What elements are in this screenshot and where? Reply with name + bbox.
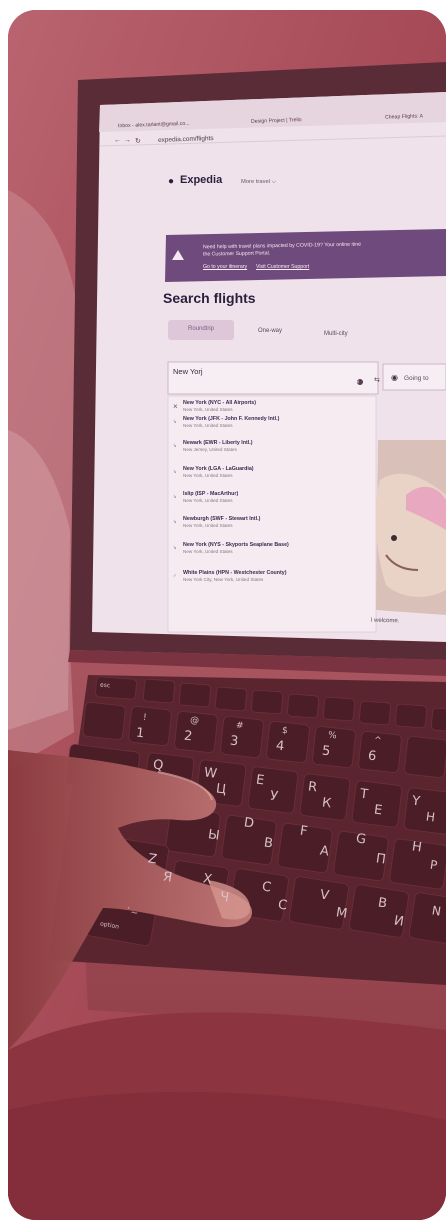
- suggestion-subtitle: New York, United States: [183, 549, 233, 554]
- key-2-symbol: @: [189, 715, 200, 727]
- suggestion-title: Newark (EWR - Liberty Intl.): [183, 440, 253, 446]
- key-h[interactable]: H: [411, 839, 423, 855]
- suggestion-title: White Plains (HPN - Westchester County): [183, 570, 287, 576]
- check-icon: ✓: [173, 573, 177, 578]
- welcome-text: l welcome.: [370, 617, 400, 625]
- suggestion-subtitle: New York, United States: [183, 407, 233, 412]
- tab-roundtrip[interactable]: Roundtrip: [188, 326, 214, 332]
- sub-airport-icon: ↳: [173, 519, 177, 524]
- forward-arrow-icon[interactable]: →: [124, 137, 131, 144]
- key-esc[interactable]: esc: [100, 682, 111, 690]
- key-v-cyr: М: [334, 905, 349, 922]
- covid-banner-line2: the Customer Support Portal.: [202, 250, 271, 258]
- key-3[interactable]: 3: [229, 734, 239, 750]
- back-arrow-icon[interactable]: ←: [114, 137, 121, 144]
- close-dropdown-icon[interactable]: ×: [173, 402, 178, 411]
- going-to-input[interactable]: Going to: [404, 375, 429, 382]
- expedia-logo-icon: ●: [168, 176, 175, 187]
- key-d[interactable]: D: [243, 815, 255, 831]
- key-6-symbol: ^: [373, 735, 383, 747]
- key-2[interactable]: 2: [183, 729, 193, 745]
- key-3-symbol: #: [235, 720, 245, 732]
- leaving-from-input[interactable]: New Yorj: [173, 367, 203, 376]
- suggestion-title: Islip (ISP - MacArthur): [183, 491, 239, 497]
- tab-multi-city[interactable]: Multi-city: [324, 331, 348, 337]
- key-e-cyr: У: [269, 788, 279, 805]
- clear-input-icon[interactable]: ×: [356, 380, 360, 386]
- key-6[interactable]: 6: [367, 749, 377, 765]
- suggestion-title: Newburgh (SWF - Stewart Intl.): [183, 516, 261, 522]
- key-1[interactable]: 1: [135, 726, 145, 742]
- key-r[interactable]: R: [307, 780, 318, 796]
- location-pin-icon: ◉: [391, 373, 398, 382]
- key-g-cyr: П: [375, 851, 387, 868]
- suggestion-subtitle: New York City, New York, United States: [183, 577, 264, 582]
- go-to-itinerary-link[interactable]: Go to your itinerary: [203, 264, 247, 270]
- sub-airport-icon: ↳: [173, 469, 177, 474]
- key-g[interactable]: G: [355, 831, 367, 847]
- visit-support-link[interactable]: Visit Customer Support: [256, 264, 309, 270]
- suggestion-title: New York (NYC - All Airports): [183, 400, 256, 406]
- key-r-cyr: К: [321, 795, 333, 812]
- photo-card: Inbox - alex.tarlant@gmail.co... Design …: [8, 10, 446, 1220]
- suggestion-subtitle: New York, United States: [183, 423, 233, 428]
- key-y-cyr: Н: [425, 809, 436, 825]
- tab-one-way[interactable]: One-way: [258, 328, 282, 334]
- key-w-cyr: Ц: [215, 781, 227, 798]
- sub-airport-icon: ↳: [173, 545, 177, 550]
- key-w[interactable]: W: [203, 765, 218, 781]
- suggestion-title: New York (LGA - LaGuardia): [183, 466, 254, 472]
- page-title: Search flights: [163, 290, 256, 306]
- sub-airport-icon: ↳: [173, 419, 177, 424]
- reload-icon[interactable]: ↻: [135, 137, 141, 145]
- key-5[interactable]: 5: [321, 744, 331, 760]
- key-tilde[interactable]: `~: [125, 907, 139, 919]
- key-5-symbol: %: [327, 730, 338, 742]
- suggestion-subtitle: New Jersey, United States: [183, 447, 237, 452]
- laptop-photo: [8, 10, 446, 1220]
- suggestion-subtitle: New York, United States: [183, 523, 233, 528]
- key-4-symbol: $: [281, 725, 289, 737]
- suggestion-subtitle: New York, United States: [183, 498, 233, 503]
- key-s-cyr: Ы: [207, 827, 221, 844]
- sub-airport-icon: ↳: [173, 494, 177, 499]
- key-q[interactable]: Q: [152, 757, 164, 773]
- suggestion-title: New York (JFK - John F. Kennedy Intl.): [183, 416, 280, 422]
- swap-icon[interactable]: ⇆: [374, 376, 380, 384]
- suggestion-title: New York (NYS - Skyports Seaplane Base): [183, 542, 289, 548]
- more-travel-menu[interactable]: More travel ⌵: [241, 179, 276, 186]
- suggestion-subtitle: New York, United States: [183, 473, 233, 478]
- brand-name[interactable]: Expedia: [180, 174, 222, 186]
- key-4[interactable]: 4: [275, 739, 285, 755]
- sub-airport-icon: ↳: [173, 443, 177, 448]
